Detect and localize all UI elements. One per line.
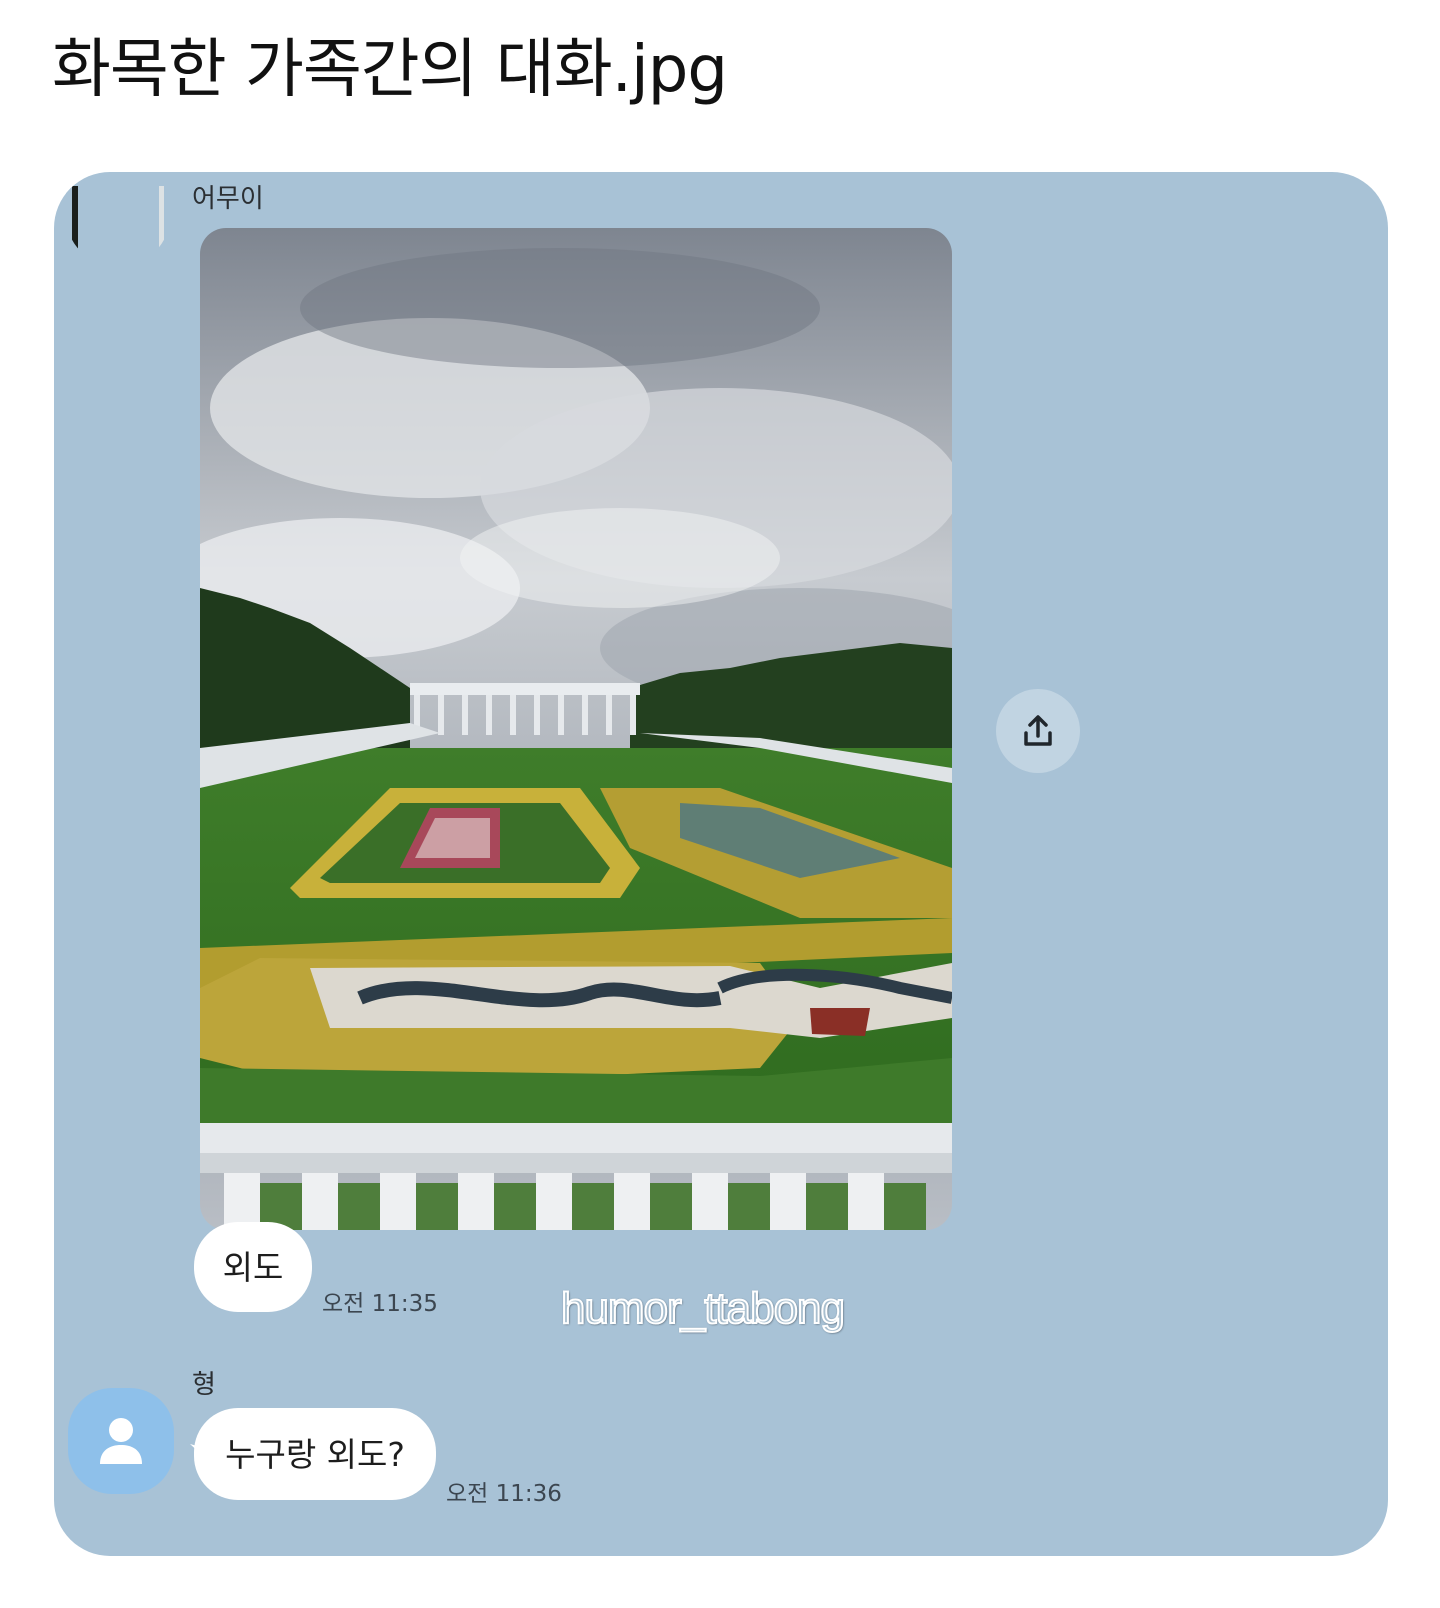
chat-panel: 어무이 외도 오전 11:35 humor_ttabong 형 누구랑 외도? …	[54, 172, 1388, 1556]
message-bubble-mom[interactable]: 외도	[194, 1222, 312, 1312]
shared-photo[interactable]	[200, 228, 952, 1230]
sender-name-brother: 형	[192, 1370, 216, 1400]
message-time: 오전 11:35	[322, 1291, 438, 1317]
message-text: 누구랑 외도?	[225, 1434, 405, 1474]
avatar-edge-dark	[72, 186, 78, 264]
upload-share-icon	[1024, 715, 1052, 746]
sender-avatar-mom[interactable]	[66, 186, 170, 266]
message-text: 외도	[222, 1247, 284, 1287]
message-bubble-brother[interactable]: 누구랑 외도?	[194, 1408, 436, 1500]
sender-avatar-brother[interactable]	[68, 1388, 174, 1494]
page-title: 화목한 가족간의 대화.jpg	[52, 33, 728, 107]
avatar-edge-light	[159, 186, 164, 264]
message-time: 오전 11:36	[446, 1481, 562, 1507]
share-button[interactable]	[996, 689, 1080, 773]
watermark: humor_ttabong	[560, 1283, 846, 1334]
default-person-icon	[100, 1418, 142, 1464]
sender-name-mom: 어무이	[192, 184, 264, 214]
